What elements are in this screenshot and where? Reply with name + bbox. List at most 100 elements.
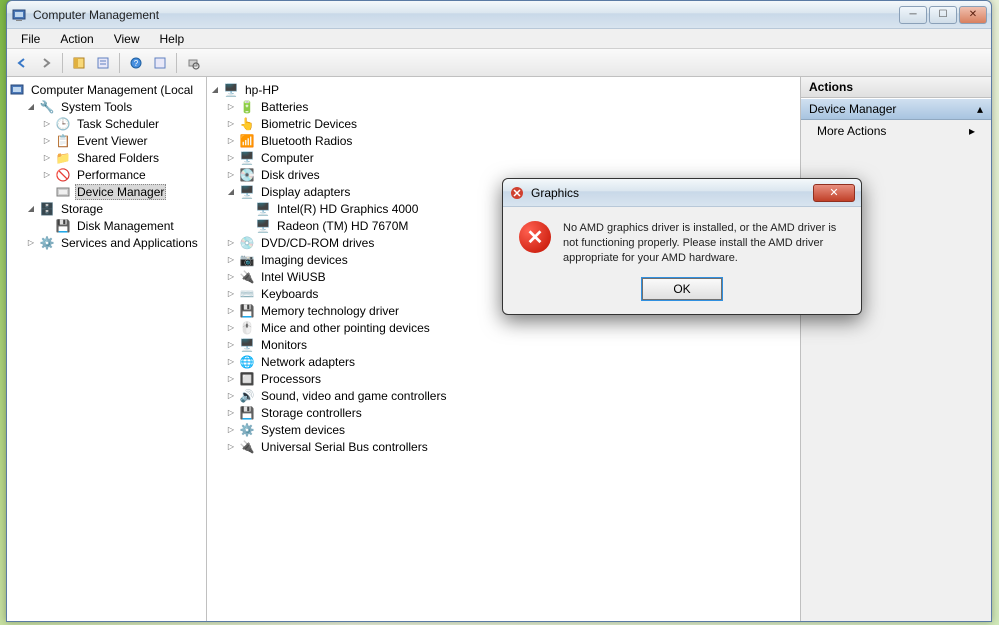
app-icon: [11, 7, 27, 23]
collapse-up-icon[interactable]: ▴: [977, 102, 983, 116]
tree-performance[interactable]: ▷🚫Performance: [41, 166, 204, 183]
expand-icon[interactable]: ▷: [225, 390, 237, 402]
show-hide-tree-button[interactable]: [68, 52, 90, 74]
console-tree-pane[interactable]: Computer Management (Local ◢ 🔧 System To…: [7, 77, 207, 621]
device-category[interactable]: ▷🔌Universal Serial Bus controllers: [225, 438, 798, 455]
tree-event-viewer[interactable]: ▷📋Event Viewer: [41, 132, 204, 149]
performance-icon: 🚫: [55, 167, 71, 183]
actions-pane: Actions Device Manager ▴ More Actions ▸: [801, 77, 991, 621]
device-category[interactable]: ▷🌐Network adapters: [225, 353, 798, 370]
help-button[interactable]: ?: [125, 52, 147, 74]
tree-storage[interactable]: ◢ 🗄️ Storage: [25, 200, 204, 217]
device-category[interactable]: ▷🖥️Monitors: [225, 336, 798, 353]
expand-icon[interactable]: ▷: [41, 135, 53, 147]
tree-label: Imaging devices: [259, 253, 350, 267]
collapse-icon[interactable]: ◢: [225, 186, 237, 198]
expand-icon[interactable]: ▷: [225, 254, 237, 266]
tree-label: Biometric Devices: [259, 117, 359, 131]
category-icon: 🔌: [239, 269, 255, 285]
tree-disk-management[interactable]: 💾Disk Management: [41, 217, 204, 234]
collapse-icon[interactable]: ◢: [209, 84, 221, 96]
dialog-close-button[interactable]: ✕: [813, 184, 855, 202]
close-button[interactable]: ✕: [959, 6, 987, 24]
forward-button[interactable]: [35, 52, 57, 74]
device-category[interactable]: ▷👆 Biometric Devices: [225, 115, 798, 132]
collapse-icon[interactable]: ◢: [25, 203, 37, 215]
minimize-button[interactable]: ─: [899, 6, 927, 24]
category-icon: 👆: [239, 116, 255, 132]
dialog-titlebar[interactable]: Graphics ✕: [503, 179, 861, 207]
maximize-button[interactable]: ☐: [929, 6, 957, 24]
display-adapter-icon: 🖥️: [255, 201, 271, 217]
tree-label: Disk Management: [75, 219, 176, 233]
tree-services-apps[interactable]: ▷ ⚙️ Services and Applications: [25, 234, 204, 251]
category-icon: ⌨️: [239, 286, 255, 302]
expand-icon[interactable]: ▷: [225, 424, 237, 436]
expand-icon[interactable]: ▷: [41, 118, 53, 130]
menu-action[interactable]: Action: [50, 30, 103, 48]
expand-icon[interactable]: ▷: [225, 339, 237, 351]
refresh-button[interactable]: [149, 52, 171, 74]
expand-icon[interactable]: ▷: [225, 305, 237, 317]
expand-icon[interactable]: ▷: [225, 407, 237, 419]
device-manager-icon: [55, 184, 71, 200]
expand-icon[interactable]: ▷: [225, 356, 237, 368]
expand-icon[interactable]: ▷: [225, 441, 237, 453]
device-category[interactable]: ▷🖥️Computer: [225, 149, 798, 166]
expand-icon[interactable]: ▷: [225, 135, 237, 147]
tree-label: Bluetooth Radios: [259, 134, 354, 148]
expand-icon[interactable]: ▷: [225, 101, 237, 113]
expand-icon[interactable]: ▷: [225, 237, 237, 249]
category-icon: 🖥️: [239, 184, 255, 200]
titlebar[interactable]: Computer Management ─ ☐ ✕: [7, 1, 991, 29]
expand-icon[interactable]: ▷: [225, 322, 237, 334]
expand-icon[interactable]: ▷: [25, 237, 37, 249]
menu-view[interactable]: View: [104, 30, 150, 48]
device-root[interactable]: ◢ 🖥️ hp-HP: [209, 81, 798, 98]
expand-icon[interactable]: ▷: [41, 169, 53, 181]
expand-icon[interactable]: ▷: [41, 152, 53, 164]
category-icon: 📷: [239, 252, 255, 268]
tree-device-manager[interactable]: Device Manager: [41, 183, 204, 200]
scan-hardware-button[interactable]: [182, 52, 204, 74]
tree-label: Radeon (TM) HD 7670M: [275, 219, 410, 233]
device-category[interactable]: ▷🔋Batteries: [225, 98, 798, 115]
properties-button[interactable]: [92, 52, 114, 74]
dialog-buttons: OK: [503, 274, 861, 314]
tree-shared-folders[interactable]: ▷📁Shared Folders: [41, 149, 204, 166]
category-icon: 🖥️: [239, 150, 255, 166]
window-title: Computer Management: [33, 8, 897, 22]
error-icon: ✕: [519, 221, 551, 253]
tree-label: Disk drives: [259, 168, 322, 182]
device-category[interactable]: ▷🔲Processors: [225, 370, 798, 387]
expand-icon[interactable]: ▷: [225, 118, 237, 130]
console-tree[interactable]: Computer Management (Local ◢ 🔧 System To…: [9, 81, 204, 251]
ok-button[interactable]: OK: [642, 278, 722, 300]
collapse-icon[interactable]: ◢: [25, 101, 37, 113]
menu-help[interactable]: Help: [150, 30, 195, 48]
tree-label: hp-HP: [243, 83, 281, 97]
device-category[interactable]: ▷🖱️Mice and other pointing devices: [225, 319, 798, 336]
device-category[interactable]: ▷⚙️System devices: [225, 421, 798, 438]
expand-icon[interactable]: ▷: [225, 152, 237, 164]
action-label: More Actions: [817, 124, 886, 138]
tree-label: Shared Folders: [75, 151, 161, 165]
expand-icon[interactable]: ▷: [225, 373, 237, 385]
expand-icon[interactable]: ▷: [225, 271, 237, 283]
actions-section-header[interactable]: Device Manager ▴: [801, 98, 991, 120]
tree-root[interactable]: Computer Management (Local: [9, 81, 204, 98]
device-category[interactable]: ▷💾Storage controllers: [225, 404, 798, 421]
display-adapter-icon: 🖥️: [255, 218, 271, 234]
computer-mgmt-icon: [9, 82, 25, 98]
tree-system-tools[interactable]: ◢ 🔧 System Tools: [25, 98, 204, 115]
expand-icon[interactable]: ▷: [225, 288, 237, 300]
device-category[interactable]: ▷🔊Sound, video and game controllers: [225, 387, 798, 404]
device-tree-pane[interactable]: ◢ 🖥️ hp-HP ▷🔋Batteries▷👆Biometric Device…: [207, 77, 801, 621]
action-more[interactable]: More Actions ▸: [801, 120, 991, 142]
back-button[interactable]: [11, 52, 33, 74]
device-category[interactable]: ▷📶Bluetooth Radios: [225, 132, 798, 149]
tree-label: System Tools: [59, 100, 134, 114]
menu-file[interactable]: File: [11, 30, 50, 48]
tree-task-scheduler[interactable]: ▷🕒Task Scheduler: [41, 115, 204, 132]
expand-icon[interactable]: ▷: [225, 169, 237, 181]
